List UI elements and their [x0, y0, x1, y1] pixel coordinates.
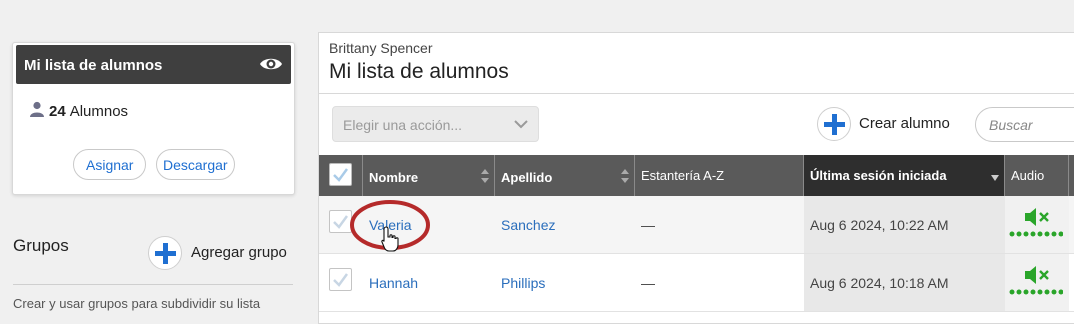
download-button[interactable]: Descargar — [156, 149, 235, 180]
create-student-label: Crear alumno — [859, 115, 950, 132]
column-header-last-name[interactable]: Apellido — [495, 155, 635, 196]
column-header-first-name[interactable]: Nombre — [363, 155, 495, 196]
column-header-audio-label: Audio — [1011, 168, 1045, 183]
column-header-first-name-label: Nombre — [369, 170, 419, 185]
hand-pointer-cursor-icon — [381, 226, 399, 252]
check-icon — [333, 168, 349, 182]
roster-card-title: Mi lista de alumnos — [24, 57, 163, 74]
audio-cell — [1005, 196, 1069, 253]
roster-card-header: Mi lista de alumnos — [16, 45, 291, 84]
groups-description: Crear y usar grupos para subdividir su l… — [13, 296, 261, 311]
action-dropdown[interactable]: Elegir una acción... — [332, 106, 539, 142]
plus-icon — [148, 236, 182, 270]
divider — [319, 93, 1074, 94]
student-count-label: Alumnos — [69, 103, 129, 120]
divider — [13, 284, 293, 285]
check-icon — [333, 215, 349, 229]
sort-icon — [481, 169, 489, 183]
person-icon — [30, 101, 44, 117]
last-login-cell: Aug 6 2024, 10:22 AM — [804, 196, 1005, 253]
eye-icon[interactable] — [259, 54, 283, 74]
first-name-cell: Hannah — [363, 254, 495, 311]
shelf-cell: — — [635, 254, 804, 311]
student-list-panel: Brittany Spencer Mi lista de alumnos Ele… — [318, 32, 1074, 324]
table-row[interactable]: Valeria Sanchez — Aug 6 2024, 10:22 AM — [319, 196, 1074, 254]
search-input[interactable]: Buscar — [975, 107, 1074, 142]
chevron-down-icon — [514, 120, 528, 129]
check-icon — [333, 273, 349, 287]
select-all-checkbox[interactable] — [329, 163, 352, 186]
last-name-cell: Sanchez — [495, 196, 635, 253]
column-header-shelf[interactable]: Estantería A-Z — [635, 155, 804, 196]
column-header-audio[interactable]: Audio — [1005, 155, 1069, 196]
column-header-last-login-label: Última sesión iniciada — [810, 168, 947, 183]
action-dropdown-placeholder: Elegir una acción... — [343, 117, 463, 133]
audio-cell — [1005, 254, 1069, 311]
shelf-value: — — [641, 217, 655, 233]
last-login-cell: Aug 6 2024, 10:18 AM — [804, 254, 1005, 311]
student-last-name-link[interactable]: Phillips — [501, 275, 545, 291]
muted-speaker-icon[interactable] — [1023, 206, 1053, 228]
search-placeholder: Buscar — [989, 117, 1033, 133]
sort-icon — [621, 169, 629, 183]
muted-speaker-icon[interactable] — [1023, 264, 1053, 286]
student-last-name-link[interactable]: Sanchez — [501, 217, 555, 233]
add-group-label: Agregar grupo — [191, 244, 287, 261]
student-count-number: 24 — [49, 103, 66, 120]
teacher-name: Brittany Spencer — [329, 40, 433, 56]
student-first-name-link[interactable]: Hannah — [369, 275, 418, 291]
header-select-cell — [319, 155, 363, 196]
audio-level-dots-icon — [1009, 231, 1063, 237]
page-title: Mi lista de alumnos — [329, 60, 509, 83]
shelf-value: — — [641, 275, 655, 291]
plus-icon — [817, 107, 851, 141]
sort-descending-icon — [991, 175, 999, 181]
column-header-last-name-label: Apellido — [501, 170, 553, 185]
column-header-shelf-label: Estantería A-Z — [641, 168, 725, 183]
last-login-value: Aug 6 2024, 10:22 AM — [810, 217, 949, 233]
column-header-last-login[interactable]: Última sesión iniciada — [804, 155, 1005, 196]
table-row[interactable]: Hannah Phillips — Aug 6 2024, 10:18 AM — [319, 254, 1074, 312]
groups-title: Grupos — [13, 236, 69, 255]
row-select-cell — [319, 254, 363, 311]
row-select-cell — [319, 196, 363, 253]
row-checkbox[interactable] — [329, 210, 352, 233]
student-count: 24 Alumnos — [29, 101, 128, 120]
assign-button[interactable]: Asignar — [73, 149, 147, 180]
last-name-cell: Phillips — [495, 254, 635, 311]
table-header: Nombre Apellido Estantería A-Z Última se… — [319, 155, 1074, 196]
audio-level-dots-icon — [1009, 289, 1063, 295]
last-login-value: Aug 6 2024, 10:18 AM — [810, 275, 949, 291]
row-checkbox[interactable] — [329, 268, 352, 291]
roster-card: Mi lista de alumnos 24 Alumnos Asignar De… — [12, 42, 295, 195]
shelf-cell: — — [635, 196, 804, 253]
